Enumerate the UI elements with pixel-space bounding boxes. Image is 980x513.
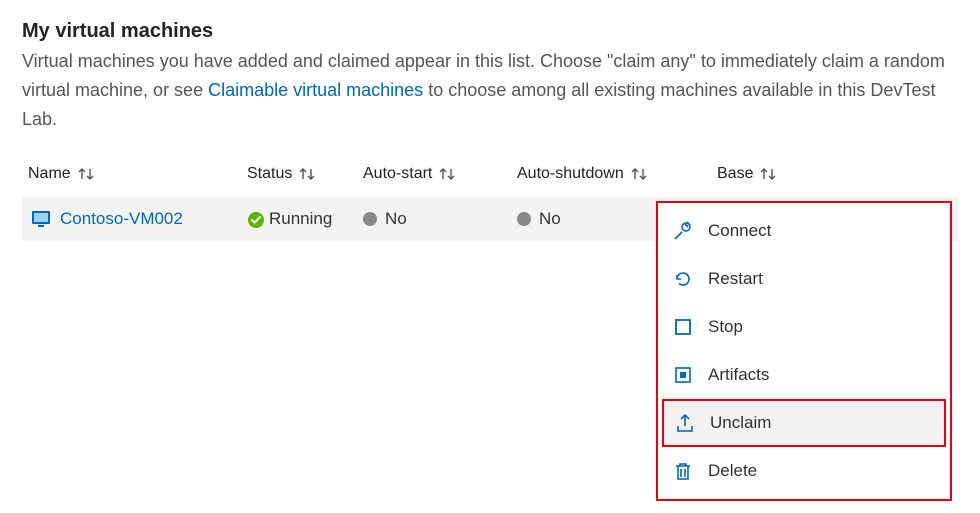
grey-dot-icon: [517, 212, 531, 226]
status-text: Running: [269, 209, 332, 229]
grey-dot-icon: [363, 212, 377, 226]
menu-label: Delete: [708, 461, 757, 481]
menu-restart[interactable]: Restart: [658, 255, 950, 303]
vm-name-link[interactable]: Contoso-VM002: [60, 209, 183, 229]
context-menu: Connect Restart Stop: [656, 201, 952, 501]
menu-stop[interactable]: Stop: [658, 303, 950, 351]
table-header: Name Status Auto-start Auto-shutdown: [22, 159, 958, 197]
sort-icon: [630, 167, 648, 181]
menu-connect[interactable]: Connect: [658, 207, 950, 255]
menu-unclaim[interactable]: Unclaim: [662, 399, 946, 447]
sort-icon: [438, 167, 456, 181]
autoshutdown-text: No: [539, 209, 561, 229]
page-description: Virtual machines you have added and clai…: [22, 47, 958, 133]
col-name[interactable]: Name: [22, 165, 247, 183]
sort-icon: [77, 167, 95, 181]
artifacts-icon: [672, 364, 694, 386]
menu-label: Stop: [708, 317, 743, 337]
autostart-text: No: [385, 209, 407, 229]
menu-label: Unclaim: [710, 413, 771, 433]
col-autostart[interactable]: Auto-start: [363, 165, 517, 183]
unclaim-icon: [674, 412, 696, 434]
col-base[interactable]: Base: [717, 165, 827, 183]
stop-icon: [672, 316, 694, 338]
col-autoshutdown[interactable]: Auto-shutdown: [517, 165, 717, 183]
menu-label: Connect: [708, 221, 771, 241]
col-status[interactable]: Status: [247, 165, 363, 183]
cell-autostart: No: [363, 209, 517, 229]
page-title: My virtual machines: [22, 20, 958, 43]
col-status-label: Status: [247, 165, 292, 183]
claimable-vms-link[interactable]: Claimable virtual machines: [208, 80, 423, 100]
col-name-label: Name: [28, 165, 71, 183]
menu-label: Artifacts: [708, 365, 769, 385]
cell-name: Contoso-VM002: [22, 208, 247, 230]
delete-icon: [672, 460, 694, 482]
col-base-label: Base: [717, 165, 753, 183]
restart-icon: [672, 268, 694, 290]
menu-delete[interactable]: Delete: [658, 447, 950, 495]
running-icon: [247, 211, 263, 227]
sort-icon: [298, 167, 316, 181]
menu-label: Restart: [708, 269, 763, 289]
cell-status: Running: [247, 209, 363, 229]
sort-icon: [759, 167, 777, 181]
col-autoshutdown-label: Auto-shutdown: [517, 165, 624, 183]
col-autostart-label: Auto-start: [363, 165, 432, 183]
vm-icon: [30, 208, 52, 230]
connect-icon: [672, 220, 694, 242]
menu-artifacts[interactable]: Artifacts: [658, 351, 950, 399]
